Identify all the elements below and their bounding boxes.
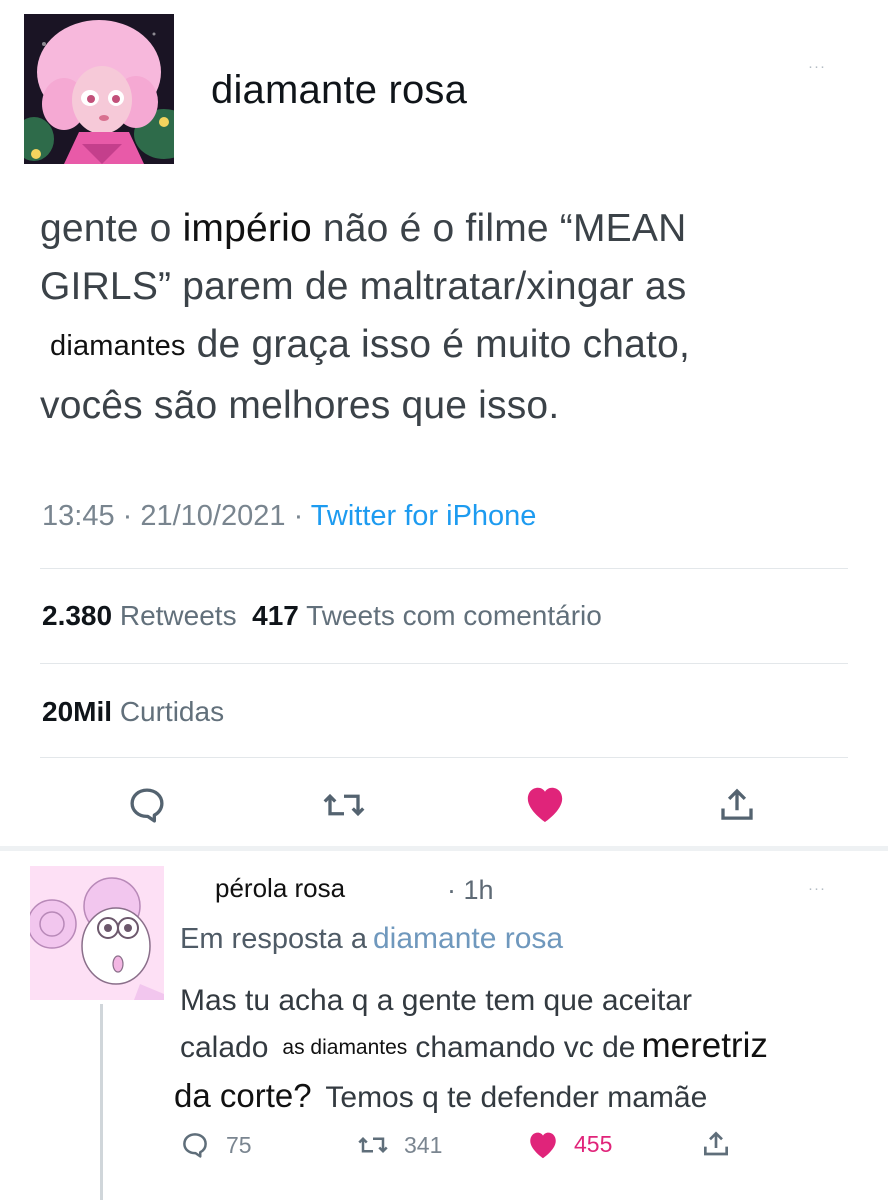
retweet-icon	[323, 793, 365, 817]
retweets-label: Retweets	[119, 600, 237, 631]
reply-reply-button[interactable]: 75	[180, 1128, 252, 1162]
reply-line-3: da corte? Temos q te defender mamãe	[174, 1073, 870, 1120]
share-icon	[704, 1131, 728, 1156]
share-icon	[721, 788, 753, 820]
tweet-text-fragment: de graça isso é muito chato,	[185, 323, 691, 366]
tweet-line-2: GIRLS” parem de maltratar/xingar as	[40, 265, 687, 308]
meta-separator: ·	[285, 500, 311, 532]
retweet-button[interactable]	[314, 780, 374, 830]
tweet-source-link[interactable]: Twitter for iPhone	[311, 500, 537, 532]
retweets-stat[interactable]: 2.380 Retweets	[42, 600, 237, 631]
divider	[40, 568, 848, 569]
avatar-perola-rosa[interactable]	[30, 866, 164, 1000]
heart-icon-liked	[530, 1132, 556, 1159]
reply-author-display-name[interactable]: pérola rosa	[215, 873, 345, 904]
avatar-image	[24, 14, 174, 164]
reply-text-fragment: calado	[180, 1031, 269, 1064]
quotes-count: 417	[252, 600, 299, 631]
avatar-image	[30, 866, 164, 1000]
meta-separator: ·	[114, 500, 141, 532]
likes-stat[interactable]: 20Mil Curtidas	[42, 696, 224, 728]
reply-text-fragment: chamando vc de	[415, 1031, 636, 1064]
avatar-diamante-rosa[interactable]	[24, 14, 174, 164]
retweet-icon	[358, 1136, 388, 1154]
reply-like-button[interactable]: 455	[526, 1126, 612, 1162]
reply-line-1: Mas tu acha q a gente tem que aceitar	[180, 984, 692, 1017]
tweet-text-edited-word: império	[182, 207, 312, 250]
divider	[40, 757, 848, 758]
tweet-text-edited-word: diamantes	[50, 330, 186, 362]
tweet-text-fragment: não é o filme “MEAN	[311, 207, 687, 250]
more-options-icon[interactable]: ···	[808, 58, 826, 75]
quotes-stat[interactable]: 417 Tweets com comentário	[252, 600, 602, 631]
reply-share-button[interactable]	[698, 1126, 734, 1162]
author-display-name[interactable]: diamante rosa	[211, 68, 467, 113]
reply-more-options-icon[interactable]: ···	[808, 880, 826, 897]
reply-line-2: calado as diamantes chamando vc de meretriz	[180, 1023, 870, 1073]
reply-button[interactable]	[122, 780, 172, 830]
like-count: 455	[574, 1130, 613, 1157]
share-button[interactable]	[712, 780, 762, 830]
thread-line	[100, 1004, 103, 1200]
retweet-count: 341	[404, 1131, 443, 1158]
reply-text-edited-word: as diamantes	[282, 1036, 408, 1059]
reply-retweet-button[interactable]: 341	[356, 1128, 442, 1162]
reply-text-fragment: Temos q te defender mamãe	[317, 1081, 708, 1114]
reply-icon	[183, 1133, 207, 1158]
reply-icon	[130, 788, 164, 823]
tweet-line-3: diamantes de graça isso é muito chato,	[40, 316, 840, 377]
like-button[interactable]	[520, 778, 570, 828]
tweet-text: gente o império não é o filme “MEAN GIRL…	[40, 200, 840, 435]
in-reply-to-mention[interactable]: diamante rosa	[373, 922, 563, 955]
reply-text-edited-word: da corte?	[174, 1077, 312, 1114]
reply-text: Mas tu acha q a gente tem que aceitar ca…	[174, 978, 870, 1120]
in-reply-to: Em resposta a diamante rosa	[180, 922, 563, 956]
reply-time[interactable]: · 1h	[447, 875, 494, 906]
divider	[40, 663, 848, 664]
tweet-time[interactable]: 13:45	[42, 500, 115, 532]
likes-count: 20Mil	[42, 696, 113, 727]
tweet-line-4: vocês são melhores que isso.	[40, 384, 560, 427]
quotes-label: Tweets com comentário	[306, 600, 602, 631]
tweet-meta: 13:45 · 21/10/2021 · Twitter for iPhone	[42, 500, 536, 533]
tweet-line-1: gente o império não é o filme “MEAN	[40, 200, 840, 258]
engagement-stats: 2.380 Retweets 417 Tweets com comentário	[42, 600, 602, 632]
reply-count: 75	[226, 1131, 252, 1158]
likes-label: Curtidas	[119, 696, 225, 727]
tweet-date[interactable]: 21/10/2021	[140, 500, 285, 532]
retweets-count: 2.380	[42, 600, 113, 631]
tweet-separator	[0, 846, 888, 851]
tweet-text-fragment: gente o	[40, 207, 183, 250]
heart-icon-liked	[527, 787, 563, 823]
reply-text-edited-word: meretriz	[641, 1026, 768, 1065]
in-reply-to-label: Em resposta a	[180, 923, 367, 955]
